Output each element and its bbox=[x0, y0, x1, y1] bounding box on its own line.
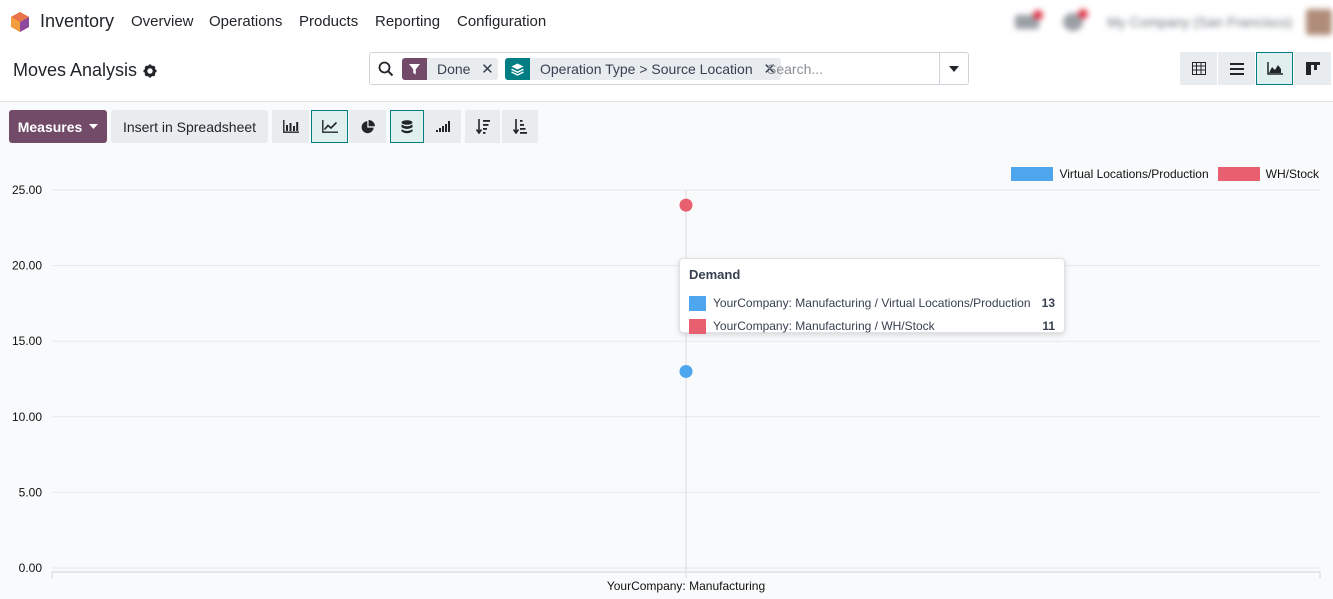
line-chart-icon bbox=[321, 120, 338, 133]
y-tick-label: 0.00 bbox=[19, 561, 43, 575]
search-facet-groupby: Operation Type > Source Location ✕ bbox=[505, 58, 781, 80]
filter-icon bbox=[402, 58, 427, 80]
breadcrumb: Moves Analysis bbox=[13, 60, 157, 81]
chart-legend: Virtual Locations/Production WH/Stock bbox=[1002, 167, 1319, 181]
y-tick-label: 20.00 bbox=[12, 259, 42, 273]
bar-chart-button[interactable] bbox=[272, 110, 309, 143]
legend-label: Virtual Locations/Production bbox=[1059, 167, 1209, 181]
graph-view-button[interactable] bbox=[1256, 52, 1293, 85]
menu-operations[interactable]: Operations bbox=[209, 13, 282, 30]
tooltip-title: Demand bbox=[689, 267, 741, 282]
tooltip-label: YourCompany: Manufacturing / WH/Stock bbox=[713, 319, 935, 333]
data-point-wh-stock[interactable] bbox=[679, 198, 693, 212]
sort-ascending-button[interactable] bbox=[502, 110, 538, 143]
menu-configuration[interactable]: Configuration bbox=[457, 13, 546, 30]
y-tick-label: 5.00 bbox=[19, 485, 43, 499]
legend-item[interactable]: Virtual Locations/Production bbox=[1011, 167, 1209, 181]
measures-label: Measures bbox=[17, 118, 83, 135]
stacked-button[interactable] bbox=[390, 110, 424, 143]
gear-icon[interactable] bbox=[143, 64, 157, 78]
messaging-icon[interactable] bbox=[1015, 10, 1043, 29]
kanban-view-button[interactable] bbox=[1294, 52, 1331, 85]
x-tick-label: YourCompany: Manufacturing bbox=[607, 579, 765, 593]
systray: My Company (San Francisco) bbox=[1015, 8, 1333, 36]
search-options-toggle[interactable] bbox=[939, 53, 968, 84]
chart-tooltip: Demand YourCompany: Manufacturing / Virt… bbox=[679, 258, 1065, 335]
legend-label: WH/Stock bbox=[1265, 167, 1319, 181]
legend-item[interactable]: WH/Stock bbox=[1217, 167, 1319, 181]
facet-label: Operation Type > Source Location bbox=[540, 61, 753, 77]
legend-swatch bbox=[1011, 167, 1054, 181]
cumulative-icon bbox=[435, 121, 450, 132]
caret-down-icon bbox=[89, 124, 99, 129]
measures-button[interactable]: Measures bbox=[9, 110, 107, 143]
cumulative-button[interactable] bbox=[424, 110, 461, 143]
menu-products[interactable]: Products bbox=[299, 13, 358, 30]
pivot-view-icon bbox=[1191, 62, 1206, 75]
line-chart-button[interactable] bbox=[311, 110, 348, 143]
list-view-button[interactable] bbox=[1218, 52, 1255, 85]
insert-spreadsheet-button[interactable]: Insert in Spreadsheet bbox=[111, 110, 268, 143]
tooltip-label: YourCompany: Manufacturing / Virtual Loc… bbox=[713, 296, 1031, 310]
company-switcher[interactable]: My Company (San Francisco) bbox=[1107, 14, 1292, 30]
tooltip-swatch bbox=[689, 295, 706, 311]
line-chart: 0.00 5.00 10.00 15.00 20.00 25.00 YourCompany:… bbox=[12, 183, 1321, 593]
pie-chart-icon bbox=[361, 119, 375, 133]
y-tick-label: 10.00 bbox=[12, 410, 42, 424]
control-panel: Moves Analysis Done ✕ Operation Type > S… bbox=[0, 44, 1333, 102]
tooltip-row: YourCompany: Manufacturing / Virtual Loc… bbox=[689, 294, 1055, 312]
menu-overview[interactable]: Overview bbox=[131, 13, 194, 30]
close-icon[interactable]: ✕ bbox=[476, 58, 498, 80]
legend-swatch bbox=[1217, 167, 1260, 181]
sort-descending-button[interactable] bbox=[465, 110, 500, 143]
graph-view-icon bbox=[1266, 62, 1283, 75]
search-icon[interactable] bbox=[378, 61, 394, 77]
y-tick-label: 15.00 bbox=[12, 334, 42, 348]
activity-icon[interactable] bbox=[1063, 9, 1088, 31]
menu-reporting[interactable]: Reporting bbox=[375, 13, 440, 30]
data-point-virtual-locations-production[interactable] bbox=[679, 364, 693, 378]
tooltip-row: YourCompany: Manufacturing / WH/Stock 11 bbox=[689, 317, 1055, 335]
tooltip-value: 11 bbox=[1042, 319, 1055, 333]
app-name[interactable]: Inventory bbox=[40, 11, 114, 32]
view-switcher bbox=[1180, 52, 1332, 85]
tooltip-value: 13 bbox=[1041, 296, 1055, 310]
graph-toolbar: Measures Insert in Spreadsheet bbox=[0, 102, 1333, 152]
stacked-icon bbox=[401, 119, 413, 133]
layers-icon bbox=[505, 58, 530, 80]
list-view-icon bbox=[1229, 62, 1244, 75]
kanban-view-icon bbox=[1305, 62, 1320, 75]
tooltip-swatch bbox=[689, 318, 706, 334]
facet-label: Done bbox=[437, 61, 471, 77]
sort-ascending-icon bbox=[513, 119, 527, 134]
inventory-app-icon[interactable] bbox=[10, 11, 30, 33]
search-input[interactable] bbox=[767, 58, 937, 80]
page-title: Moves Analysis bbox=[13, 60, 138, 80]
user-avatar[interactable] bbox=[1306, 9, 1333, 35]
search-bar: Done ✕ Operation Type > Source Location … bbox=[369, 52, 969, 85]
y-tick-label: 25.00 bbox=[12, 183, 42, 197]
bar-chart-icon bbox=[282, 120, 299, 133]
sort-descending-icon bbox=[475, 119, 490, 134]
pivot-view-button[interactable] bbox=[1180, 52, 1217, 85]
pie-chart-button[interactable] bbox=[349, 110, 386, 143]
top-navbar: Inventory Overview Operations Products R… bbox=[0, 0, 1333, 44]
caret-down-icon bbox=[949, 65, 959, 72]
search-facet-filter: Done ✕ bbox=[402, 58, 499, 80]
chart-area: 0.00 5.00 10.00 15.00 20.00 25.00 YourCompany:… bbox=[0, 152, 1333, 599]
